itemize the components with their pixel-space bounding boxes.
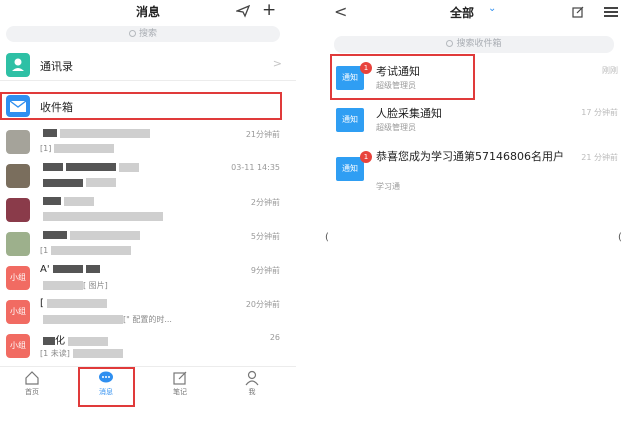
avatar bbox=[6, 130, 30, 154]
user-icon bbox=[245, 370, 259, 386]
message-name bbox=[40, 162, 139, 173]
notification-sender: 学习通 bbox=[376, 182, 400, 191]
bottom-tab-bar: 首页 消息 笔记 我 bbox=[0, 366, 296, 410]
notification-time: 刚刚 bbox=[602, 66, 618, 75]
messages-screen: 消息 + 搜索 通讯录 > 收件箱 [1] 21分钟前 03-11 14:35 … bbox=[0, 0, 296, 410]
group-avatar: 小组 bbox=[6, 266, 30, 290]
message-time: 2分钟前 bbox=[250, 198, 280, 207]
notification-sender: 超级管理员 bbox=[376, 123, 416, 132]
message-item[interactable]: [1 5分钟前 bbox=[0, 228, 296, 262]
page-title: 消息 bbox=[135, 5, 160, 19]
message-item[interactable]: [1] 21分钟前 bbox=[0, 126, 296, 160]
message-preview: [ 图片] bbox=[40, 280, 108, 291]
message-time: 03-11 14:35 bbox=[231, 163, 280, 172]
menu-icon[interactable] bbox=[604, 7, 618, 17]
contacts-icon bbox=[6, 53, 30, 77]
message-preview: [1] bbox=[40, 144, 115, 153]
add-icon[interactable]: + bbox=[262, 0, 276, 20]
message-name: 化 bbox=[40, 332, 108, 347]
inbox-filter-title[interactable]: 全部 bbox=[450, 4, 474, 21]
inbox-screen: < 全部 ⌄ 搜索收件箱 通知 1 考试通知 超级管理员 刚刚 通知 人脸采集通… bbox=[324, 0, 626, 300]
notification-title: 恭喜您成为学习通第57146806名用户 bbox=[376, 150, 564, 163]
group-avatar: 小组 bbox=[6, 334, 30, 358]
search-placeholder: 搜索 bbox=[138, 29, 157, 39]
chevron-down-icon[interactable]: ⌄ bbox=[488, 3, 496, 14]
message-name bbox=[40, 196, 94, 207]
unread-badge: 1 bbox=[360, 151, 372, 163]
scroll-indicator-left: ( bbox=[325, 232, 329, 243]
screenshot-stage: 消息 + 搜索 通讯录 > 收件箱 [1] 21分钟前 03-11 14:35 … bbox=[0, 0, 626, 441]
message-name: [ bbox=[40, 298, 107, 309]
avatar bbox=[6, 198, 30, 222]
message-preview: [" 配置的时... bbox=[40, 314, 172, 325]
message-preview: [1 bbox=[40, 246, 132, 255]
inbox-row[interactable]: 收件箱 bbox=[0, 92, 282, 120]
messages-header: 消息 + bbox=[0, 0, 296, 24]
contacts-row[interactable]: 通讯录 > bbox=[0, 49, 296, 81]
message-item[interactable]: 小组 A' [ 图片] 9分钟前 bbox=[0, 262, 296, 296]
message-preview: [1 未读] bbox=[40, 348, 123, 359]
inbox-label: 收件箱 bbox=[40, 101, 73, 114]
message-name bbox=[40, 128, 150, 139]
message-name bbox=[40, 230, 140, 241]
message-time: 26 bbox=[269, 333, 280, 342]
message-time: 9分钟前 bbox=[250, 266, 280, 275]
message-item[interactable]: 小组 [ [" 配置的时... 20分钟前 bbox=[0, 296, 296, 330]
group-avatar: 小组 bbox=[6, 300, 30, 324]
note-icon bbox=[173, 371, 187, 385]
search-input[interactable]: 搜索 bbox=[6, 26, 280, 42]
scroll-indicator-right: ( bbox=[618, 232, 622, 243]
message-time: 20分钟前 bbox=[245, 300, 280, 309]
mail-icon bbox=[6, 95, 30, 117]
send-icon[interactable] bbox=[236, 4, 250, 18]
tab-home[interactable]: 首页 bbox=[2, 370, 62, 397]
message-name: A' bbox=[40, 264, 100, 275]
notification-time: 21 分钟前 bbox=[581, 153, 618, 162]
inbox-header: < 全部 ⌄ bbox=[324, 0, 626, 26]
highlight-messages-tab bbox=[78, 367, 135, 407]
avatar bbox=[6, 164, 30, 188]
notification-item[interactable]: 通知 人脸采集通知 超级管理员 17 分钟前 bbox=[324, 100, 626, 144]
message-time: 21分钟前 bbox=[245, 130, 280, 139]
avatar bbox=[6, 232, 30, 256]
tab-notes[interactable]: 笔记 bbox=[150, 370, 210, 397]
tab-me[interactable]: 我 bbox=[222, 370, 282, 397]
notification-title: 人脸采集通知 bbox=[376, 107, 442, 120]
notification-item[interactable]: 通知 1 恭喜您成为学习通第57146806名用户 学习通 21 分钟前 bbox=[324, 145, 626, 199]
contacts-label: 通讯录 bbox=[40, 60, 73, 73]
message-item[interactable]: 小组 化 [1 未读] 26 bbox=[0, 330, 296, 364]
chevron-right-icon: > bbox=[272, 57, 282, 70]
message-preview bbox=[40, 212, 163, 221]
message-time: 5分钟前 bbox=[250, 232, 280, 241]
search-icon bbox=[128, 30, 136, 37]
search-icon bbox=[446, 40, 454, 47]
message-item[interactable]: 03-11 14:35 bbox=[0, 160, 296, 194]
message-preview bbox=[40, 178, 116, 187]
home-icon bbox=[25, 371, 39, 385]
search-placeholder: 搜索收件箱 bbox=[456, 39, 502, 49]
inbox-search-input[interactable]: 搜索收件箱 bbox=[334, 36, 614, 53]
message-item[interactable]: 2分钟前 bbox=[0, 194, 296, 228]
highlight-exam-notice bbox=[330, 54, 475, 100]
back-icon[interactable]: < bbox=[334, 2, 347, 21]
edit-icon[interactable] bbox=[572, 6, 584, 18]
notice-icon: 通知 bbox=[336, 108, 364, 132]
notification-time: 17 分钟前 bbox=[581, 108, 618, 117]
notice-icon: 通知 bbox=[336, 157, 364, 181]
